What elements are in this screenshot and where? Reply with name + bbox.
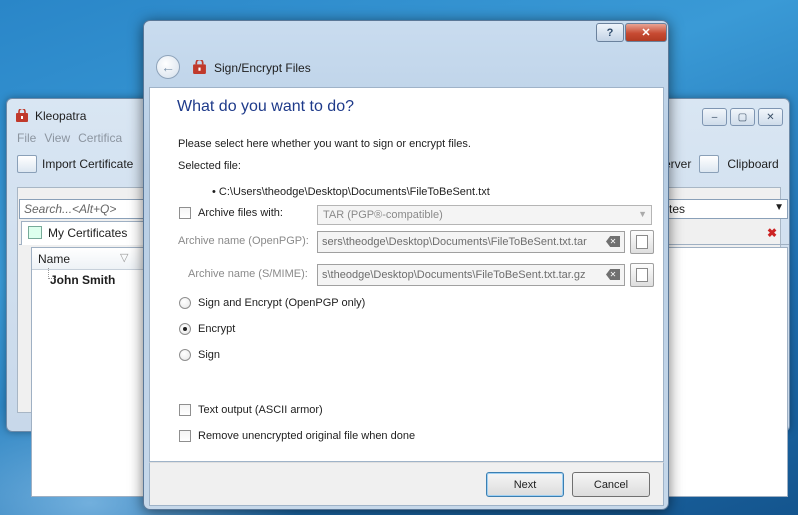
list-item-label: John Smith [50, 273, 116, 287]
dialog-close-button[interactable]: ✕ [625, 23, 667, 42]
sign-and-encrypt-label[interactable]: Sign and Encrypt (OpenPGP only) [198, 297, 365, 309]
back-arrow-icon[interactable]: ← [156, 55, 180, 79]
menubar: File View Certifica [17, 131, 122, 145]
archive-openpgp-field[interactable]: sers\theodge\Desktop\Documents\FileToBeS… [317, 231, 625, 253]
clear-field-icon[interactable]: ✕ [606, 236, 620, 247]
instruction-text: Please select here whether you want to s… [178, 138, 471, 150]
tab-my-certificates[interactable]: My Certificates [21, 221, 149, 245]
encrypt-radio[interactable] [179, 323, 191, 335]
document-icon [636, 235, 648, 249]
menu-certificates[interactable]: Certifica [78, 131, 122, 145]
tree-line [48, 268, 56, 279]
import-certificate-button[interactable]: Import Certificate [17, 155, 133, 173]
chevron-down-icon: ▼ [774, 202, 784, 213]
tab-label: My Certificates [48, 226, 128, 240]
column-header-label: Name [38, 252, 71, 266]
archive-smime-value: s\theodge\Desktop\Documents\FileToBeSent… [322, 269, 586, 281]
filter-value: tes [669, 202, 686, 216]
import-certificate-label: Import Certificate [42, 157, 134, 171]
clipboard-icon[interactable] [699, 155, 720, 173]
column-header-name[interactable]: Name ▽ [32, 248, 148, 270]
kleopatra-app-icon [16, 109, 28, 122]
close-button[interactable]: ✕ [758, 108, 783, 126]
dialog-footer: Next Cancel [149, 462, 664, 506]
dialog-content: What do you want to do? Please select he… [149, 87, 664, 462]
details-list [662, 247, 788, 497]
sort-icon: ▽ [120, 252, 129, 264]
remove-original-label[interactable]: Remove unencrypted original file when do… [198, 430, 415, 442]
chevron-down-icon: ▼ [638, 209, 647, 219]
menu-file[interactable]: File [17, 131, 36, 145]
sign-encrypt-dialog: ? ✕ ← Sign/Encrypt Files What do you wan… [143, 20, 669, 510]
cancel-button[interactable]: Cancel [572, 472, 650, 497]
minimize-button[interactable]: – [702, 108, 727, 126]
list-item[interactable]: John Smith [32, 268, 148, 290]
selected-file-path: • C:\Users\theodge\Desktop\Documents\Fil… [212, 186, 490, 198]
browse-smime-button[interactable] [630, 263, 654, 287]
remove-original-checkbox[interactable] [179, 430, 191, 442]
archive-files-label[interactable]: Archive files with: [198, 207, 283, 219]
encrypt-label[interactable]: Encrypt [198, 323, 235, 335]
certificate-list: Name ▽ John Smith [31, 247, 149, 497]
archive-smime-label: Archive name (S/MIME): [188, 268, 308, 280]
document-icon [636, 268, 648, 282]
sign-label[interactable]: Sign [198, 349, 220, 361]
close-tab-icon[interactable]: ✖ [767, 226, 777, 240]
selected-file-label: Selected file: [178, 160, 241, 172]
archive-files-checkbox[interactable] [179, 207, 191, 219]
filter-select[interactable]: tes ▼ [664, 199, 788, 219]
archive-format-select[interactable]: TAR (PGP®-compatible) ▼ [317, 205, 652, 225]
archive-openpgp-label: Archive name (OpenPGP): [178, 235, 309, 247]
kleopatra-title: Kleopatra [35, 109, 87, 123]
certificate-icon [28, 226, 42, 239]
help-button[interactable]: ? [596, 23, 624, 42]
maximize-button[interactable]: ▢ [730, 108, 755, 126]
menu-view[interactable]: View [44, 131, 70, 145]
toolbar-right: erver Clipboard [664, 155, 779, 173]
clear-field-icon[interactable]: ✕ [606, 269, 620, 280]
dialog-title: Sign/Encrypt Files [214, 61, 311, 75]
archive-format-value: TAR (PGP®-compatible) [323, 209, 443, 221]
archive-smime-field[interactable]: s\theodge\Desktop\Documents\FileToBeSent… [317, 264, 625, 286]
import-icon [17, 155, 37, 173]
search-input[interactable]: Search...<Alt+Q> [19, 199, 149, 219]
sign-radio[interactable] [179, 349, 191, 361]
text-output-label[interactable]: Text output (ASCII armor) [198, 404, 323, 416]
browse-openpgp-button[interactable] [630, 230, 654, 254]
text-output-checkbox[interactable] [179, 404, 191, 416]
sign-and-encrypt-radio[interactable] [179, 297, 191, 309]
next-button[interactable]: Next [486, 472, 564, 497]
page-heading: What do you want to do? [177, 98, 354, 115]
archive-openpgp-value: sers\theodge\Desktop\Documents\FileToBeS… [322, 236, 587, 248]
clipboard-label[interactable]: Clipboard [727, 157, 778, 171]
kleopatra-app-icon [193, 60, 206, 74]
